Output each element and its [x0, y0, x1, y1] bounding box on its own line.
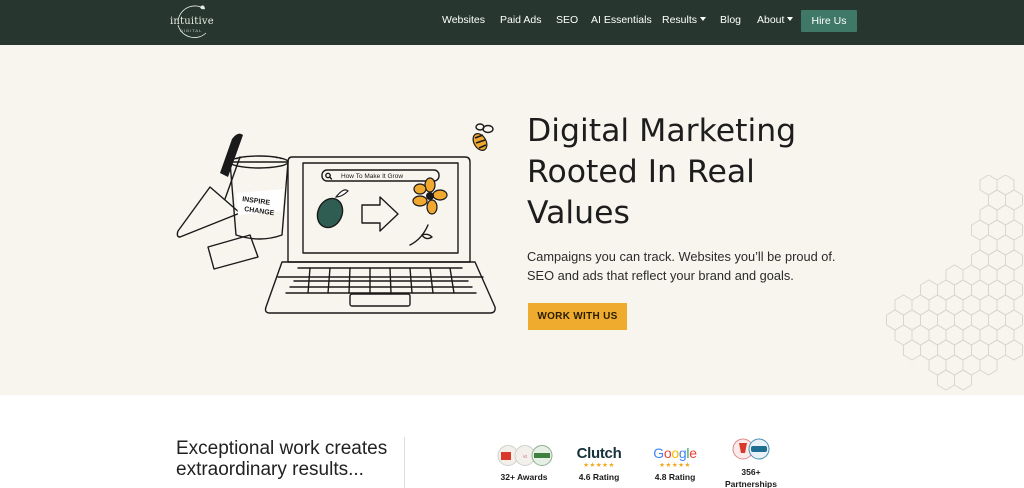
nav-blog[interactable]: Blog: [720, 14, 741, 26]
chevron-down-icon: [787, 17, 794, 21]
hero-title-line: Values: [527, 195, 630, 231]
hero-subtitle: Campaigns you can track. Websites you’ll…: [527, 247, 847, 285]
nav-paid-ads[interactable]: Paid Ads: [500, 14, 541, 26]
hero-title: Digital Marketing Rooted In Real Values: [527, 111, 847, 234]
partner-badges-icon: [732, 438, 770, 460]
partnerships-count: 356+: [741, 467, 761, 477]
hero-section: How To Make It Grow INSPIRE CHANGE Digit…: [0, 45, 1024, 395]
svg-text:vt: vt: [523, 455, 528, 460]
hero-title-line: Digital Marketing: [527, 113, 797, 149]
nav-about-label: About: [757, 14, 785, 26]
hero-subtitle-line: Campaigns you can track. Websites you’ll…: [527, 249, 836, 264]
honeycomb-decoration-icon: [886, 175, 1023, 391]
clutch-logo: Clutch: [576, 445, 622, 462]
section-divider: [404, 437, 405, 488]
search-query-text: How To Make It Grow: [341, 173, 403, 180]
hero-title-line: Rooted In Real: [527, 154, 755, 190]
clutch-rating-stat[interactable]: Clutch ★★★★★ 4.6 Rating: [570, 395, 628, 488]
awards-label: 32+ Awards: [500, 472, 548, 482]
partnerships-label: Partnerships: [725, 479, 777, 488]
award-badges-icon: vt: [497, 445, 553, 466]
nav-results[interactable]: Results: [662, 14, 707, 26]
work-with-us-button[interactable]: WORK WITH US: [528, 303, 627, 330]
nav-seo[interactable]: SEO: [556, 14, 578, 26]
google-rating-label: 4.8 Rating: [654, 472, 696, 482]
google-logo: Google: [653, 445, 697, 461]
results-section: Exceptional work creates extraordinary r…: [0, 395, 1024, 488]
laptop-garden-illustration: How To Make It Grow INSPIRE CHANGE: [176, 123, 496, 314]
chevron-down-icon: [700, 17, 707, 21]
hero-subtitle-line: SEO and ads that reflect your brand and …: [527, 268, 794, 283]
results-tagline: Exceptional work creates extraordinary r…: [176, 438, 416, 480]
intuitive-logo[interactable]: intuitive DIGITAL: [170, 3, 222, 41]
clutch-rating-label: 4.6 Rating: [578, 472, 620, 482]
awards-stat[interactable]: vt 32+ Awards: [494, 395, 554, 488]
nav-ai-essentials[interactable]: AI Essentials: [591, 14, 652, 26]
partnerships-stat[interactable]: 356+ Partnerships: [720, 395, 782, 488]
tagline-line: Exceptional work creates: [176, 438, 388, 459]
rating-stars-icon: ★★★★★: [659, 462, 691, 469]
logo-name: intuitive: [170, 16, 214, 27]
tagline-line: extraordinary results...: [176, 459, 364, 480]
rating-stars-icon: ★★★★★: [583, 462, 615, 469]
top-nav: intuitive DIGITAL Websites Paid Ads SEO …: [0, 0, 1024, 45]
hire-us-button[interactable]: Hire Us: [801, 10, 857, 32]
nav-websites[interactable]: Websites: [442, 14, 485, 26]
nav-about[interactable]: About: [757, 14, 794, 26]
logo-sub: DIGITAL: [180, 28, 203, 33]
google-rating-stat[interactable]: Google ★★★★★ 4.8 Rating: [646, 395, 704, 488]
nav-results-label: Results: [662, 14, 698, 26]
